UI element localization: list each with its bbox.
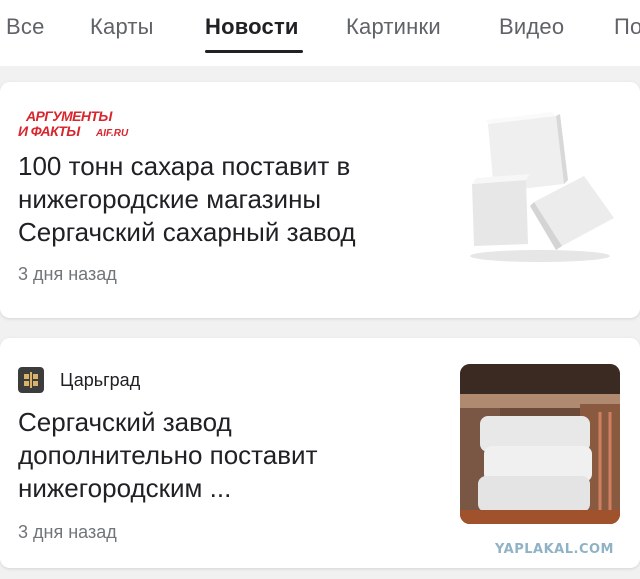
news-card[interactable]: Царьград Сергачский завод дополнительно … [0,338,640,568]
watermark: YAPLAKAL.COM [495,542,614,557]
active-tab-indicator [205,50,303,53]
tab-more[interactable]: По [614,14,640,40]
aif-logo-line2: И ФАКТЫ [18,123,81,139]
tab-all[interactable]: Все [6,14,45,40]
tsargrad-logo-icon [18,367,44,393]
source-row: Царьград [18,366,140,394]
article-thumbnail-sugar-cubes[interactable] [460,106,620,266]
search-tabs-bar: Все Карты Новости Картинки Видео По [0,0,640,66]
source-name: Царьград [60,369,141,390]
article-headline[interactable]: 100 тонн сахара поставит в нижегородские… [18,150,418,249]
aif-logo-line1: АРГУМЕНТЫ [25,108,113,124]
article-time: 3 дня назад [18,522,117,542]
tab-video[interactable]: Видео [499,14,564,40]
aif-logo-domain: AIF.RU [95,128,129,139]
article-time: 3 дня назад [18,264,117,284]
tab-news[interactable]: Новости [205,14,299,40]
tab-maps[interactable]: Карты [90,14,154,40]
article-thumbnail-sugar-sacks[interactable] [460,364,620,524]
article-headline[interactable]: Сергачский завод дополнительно поставит … [18,406,418,505]
news-card[interactable]: АРГУМЕНТЫ И ФАКТЫ AIF.RU 100 тонн сахара… [0,82,640,318]
aif-logo: АРГУМЕНТЫ И ФАКТЫ AIF.RU [18,108,129,139]
tab-images[interactable]: Картинки [346,14,441,40]
